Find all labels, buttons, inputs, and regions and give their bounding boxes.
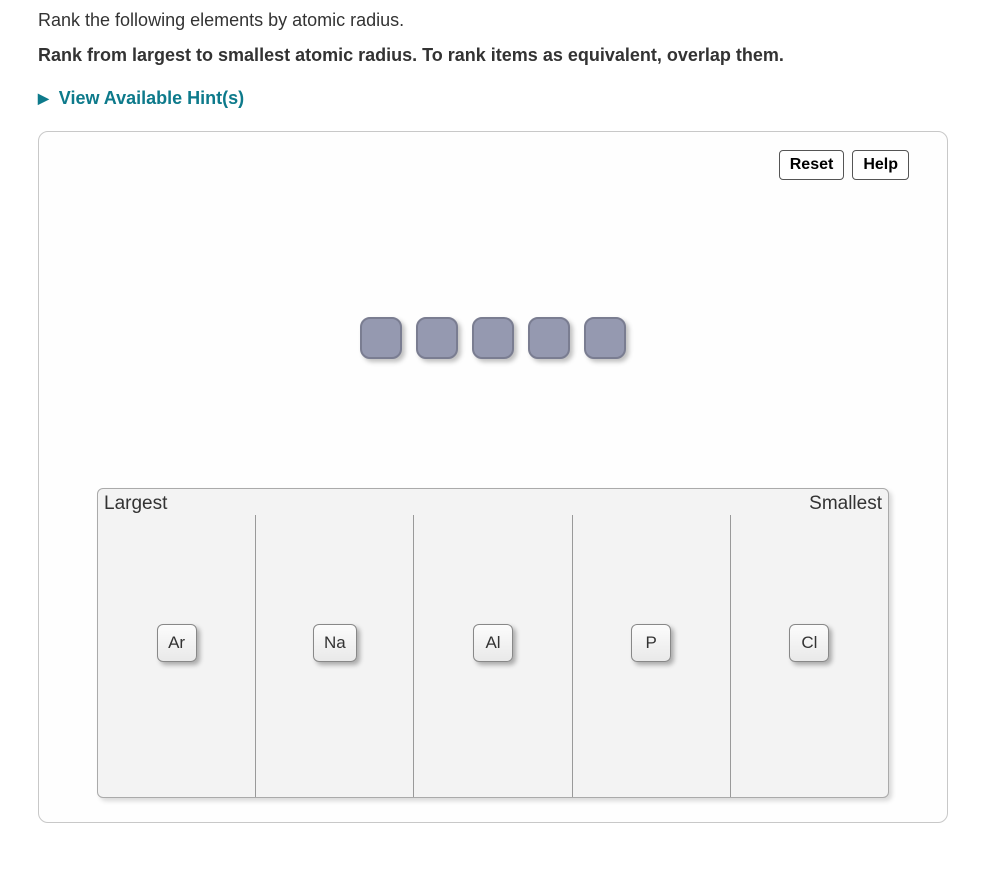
element-chip-ar[interactable]: Ar <box>157 624 197 662</box>
reset-button[interactable]: Reset <box>779 150 845 180</box>
rank-bin[interactable]: Cl <box>730 489 888 797</box>
drop-slot[interactable] <box>528 317 570 359</box>
question-text: Rank the following elements by atomic ra… <box>38 10 948 31</box>
rank-bin[interactable]: Na <box>255 489 413 797</box>
drop-slot[interactable] <box>360 317 402 359</box>
chip-staging-area[interactable] <box>57 188 929 488</box>
caret-right-icon: ▶ <box>38 90 49 107</box>
element-chip-na[interactable]: Na <box>313 624 357 662</box>
view-hints-link[interactable]: ▶ View Available Hint(s) <box>38 88 244 109</box>
ranking-workspace: Reset Help Largest Smallest Ar Na Al P <box>38 131 948 823</box>
workspace-toolbar: Reset Help <box>57 150 929 180</box>
instruction-text: Rank from largest to smallest atomic rad… <box>38 45 948 66</box>
help-button[interactable]: Help <box>852 150 909 180</box>
hints-link-label: View Available Hint(s) <box>59 88 244 109</box>
drop-slot[interactable] <box>416 317 458 359</box>
drop-slot[interactable] <box>472 317 514 359</box>
element-chip-al[interactable]: Al <box>473 624 513 662</box>
rank-bin[interactable]: Al <box>413 489 571 797</box>
rank-bin[interactable]: Ar <box>98 489 255 797</box>
element-chip-p[interactable]: P <box>631 624 671 662</box>
drop-slot[interactable] <box>584 317 626 359</box>
rank-zone[interactable]: Largest Smallest Ar Na Al P Cl <box>97 488 889 798</box>
rank-bin[interactable]: P <box>572 489 730 797</box>
element-chip-cl[interactable]: Cl <box>789 624 829 662</box>
